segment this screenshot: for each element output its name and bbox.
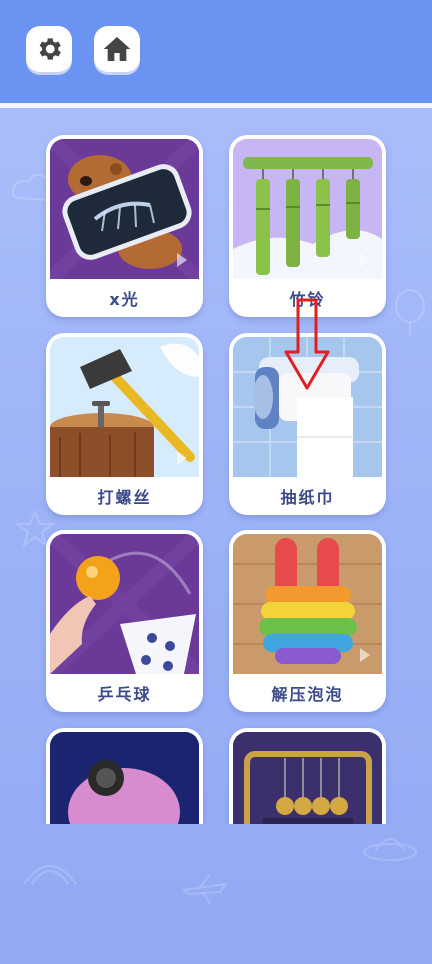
play-icon (360, 648, 370, 662)
fidget-spinner-icon (50, 732, 199, 824)
game-label: 打螺丝 (97, 488, 152, 507)
play-icon (177, 451, 187, 465)
pingpong-thumbnail (50, 534, 199, 674)
game-grid: x光 竹铃 打螺丝 抽纸巾 乒乓球 解压泡泡 (0, 0, 432, 824)
pingpong-cup-icon (50, 534, 199, 674)
game-card-spinner[interactable] (46, 728, 203, 824)
swipe-down-arrow-icon (284, 298, 330, 390)
game-card-pop-bubbles[interactable]: 解压泡泡 (229, 530, 386, 712)
bamboo-thumbnail (233, 139, 382, 279)
game-label: x光 (109, 290, 140, 309)
pop-bubbles-thumbnail (233, 534, 382, 674)
spinner-thumbnail (50, 732, 199, 824)
game-card-pingpong[interactable]: 乒乓球 (46, 530, 203, 712)
screw-thumbnail (50, 337, 199, 477)
play-icon (360, 253, 370, 267)
game-label: 乒乓球 (97, 685, 152, 704)
play-icon (177, 253, 187, 267)
game-label: 解压泡泡 (271, 685, 344, 704)
xray-thumbnail (50, 139, 199, 279)
newton-cradle-icon (233, 732, 382, 824)
ufo-doodle-icon (363, 838, 417, 861)
plane-doodle-icon (181, 873, 229, 905)
game-card-xray[interactable]: x光 (46, 135, 203, 317)
game-card-newton-cradle[interactable] (229, 728, 386, 824)
rainbow-doodle-icon (23, 865, 77, 885)
newton-cradle-thumbnail (233, 732, 382, 824)
game-card-screw[interactable]: 打螺丝 (46, 333, 203, 515)
game-label: 抽纸巾 (280, 488, 335, 507)
game-card-bamboo-chime[interactable]: 竹铃 (229, 135, 386, 317)
